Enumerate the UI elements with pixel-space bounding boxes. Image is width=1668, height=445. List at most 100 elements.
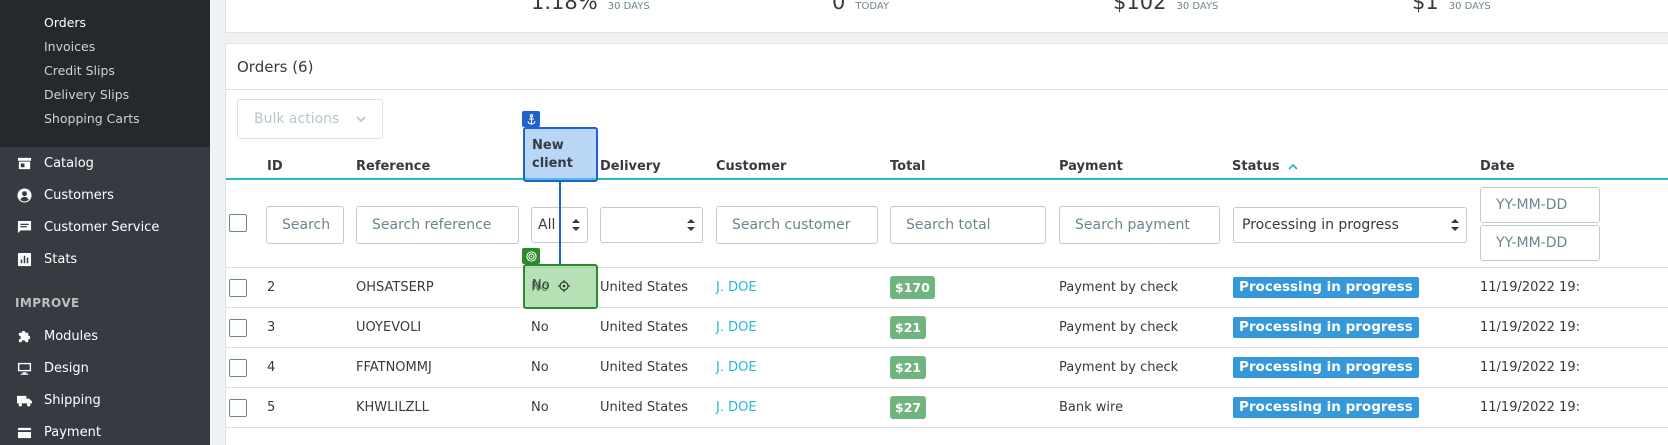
sidebar-subitem-orders[interactable]: Orders <box>0 14 210 38</box>
filter-id-input[interactable]: Search <box>266 206 344 244</box>
column-header-id[interactable]: ID <box>267 159 283 174</box>
sidebar-item-label: Shipping <box>44 392 101 408</box>
filter-customer-input[interactable]: Search customer <box>716 206 878 244</box>
total-badge: $21 <box>890 316 927 339</box>
crosshair-icon <box>557 280 570 292</box>
sidebar-item-payment[interactable]: Payment <box>0 416 210 445</box>
target-icon <box>522 248 540 264</box>
table-row[interactable]: 4 FFATNOMMJ No United States J. DOE $21 … <box>226 348 1668 388</box>
kpi-label: TODAY <box>855 1 890 12</box>
column-header-date[interactable]: Date <box>1480 159 1515 174</box>
sidebar-subitem-delivery-slips[interactable]: Delivery Slips <box>0 86 210 110</box>
column-header-reference[interactable]: Reference <box>356 159 430 174</box>
table-row[interactable]: 3 UOYEVOLI No United States J. DOE $21 P… <box>226 308 1668 348</box>
cell-delivery: United States <box>600 280 689 295</box>
total-badge: $170 <box>890 276 935 299</box>
row-checkbox[interactable] <box>229 399 247 417</box>
cell-customer-link[interactable]: J. DOE <box>716 320 757 335</box>
sidebar-item-stats[interactable]: Stats <box>0 243 210 275</box>
filter-row: Search Search reference All Search custo… <box>226 180 1668 268</box>
cell-date: 11/19/2022 19: <box>1480 280 1580 295</box>
kpi-net-profit: $1 30 DAYS <box>1412 0 1491 14</box>
cell-id: 2 <box>267 280 276 295</box>
sidebar-item-shipping[interactable]: Shipping <box>0 384 210 416</box>
sidebar-item-customers[interactable]: Customers <box>0 179 210 211</box>
card-icon <box>16 424 32 440</box>
cell-customer-link[interactable]: J. DOE <box>716 400 757 415</box>
status-badge[interactable]: Processing in progress <box>1233 317 1419 338</box>
column-header-total[interactable]: Total <box>890 159 926 174</box>
orders-card: Orders (6) Bulk actions ID Reference Del… <box>225 43 1668 445</box>
status-badge[interactable]: Processing in progress <box>1233 397 1419 418</box>
sidebar-item-design[interactable]: Design <box>0 352 210 384</box>
table-row[interactable]: 2 OHSATSERP No United States J. DOE $170… <box>226 268 1668 308</box>
cell-date: 11/19/2022 19: <box>1480 400 1580 415</box>
filter-delivery-select[interactable] <box>600 207 703 243</box>
column-header-customer[interactable]: Customer <box>716 159 786 174</box>
orders-submenu: Orders Invoices Credit Slips Delivery Sl… <box>0 0 210 147</box>
filter-date-from-input[interactable]: YY-MM-DD <box>1480 187 1600 223</box>
kpi-conversion: 1.18% 30 DAYS <box>531 0 650 14</box>
bulk-actions-button[interactable]: Bulk actions <box>237 99 383 139</box>
kpi-abandoned-carts: 0 TODAY <box>832 0 889 14</box>
sidebar-item-label: Customer Service <box>44 219 160 235</box>
kpi-card: 1.18% 30 DAYS 0 TODAY $102 30 DAYS $1 30… <box>225 0 1668 33</box>
filter-payment-input[interactable]: Search payment <box>1059 206 1220 244</box>
truck-icon <box>16 392 32 408</box>
kpi-label: 30 DAYS <box>1176 1 1219 12</box>
sidebar-item-modules[interactable]: Modules <box>0 320 210 352</box>
column-header-status-label: Status <box>1232 159 1280 174</box>
column-header-payment[interactable]: Payment <box>1059 159 1123 174</box>
sidebar-item-label: Modules <box>44 328 99 344</box>
cell-reference: OHSATSERP <box>356 280 434 295</box>
cell-new-client: No <box>531 360 549 375</box>
cell-delivery: United States <box>600 320 689 335</box>
chevron-down-icon <box>356 116 366 123</box>
desktop-icon <box>16 360 32 376</box>
select-arrows-icon <box>1451 219 1459 231</box>
filter-total-input[interactable]: Search total <box>890 206 1046 244</box>
total-badge: $21 <box>890 356 927 379</box>
column-header-new-client[interactable]: New client <box>523 127 598 182</box>
sidebar: Orders Invoices Credit Slips Delivery Sl… <box>0 0 210 445</box>
sidebar-item-customer-service[interactable]: Customer Service <box>0 211 210 243</box>
row-checkbox[interactable] <box>229 319 247 337</box>
cell-customer-link[interactable]: J. DOE <box>716 280 757 295</box>
cell-customer-link[interactable]: J. DOE <box>716 360 757 375</box>
anchor-icon <box>522 111 540 127</box>
sort-ascending-icon[interactable] <box>1287 162 1298 172</box>
cell-date: 11/19/2022 19: <box>1480 360 1580 375</box>
cell-delivery: United States <box>600 400 689 415</box>
cell-reference: KHWLILZLL <box>356 400 429 415</box>
column-header-delivery[interactable]: Delivery <box>600 159 661 174</box>
cell-payment: Bank wire <box>1059 400 1124 415</box>
cell-new-client: No <box>532 278 550 293</box>
filter-new-client-value: All <box>538 217 556 233</box>
filter-status-select[interactable]: Processing in progress <box>1233 207 1467 243</box>
new-client-header-line2: client <box>532 156 573 171</box>
column-header-status[interactable]: Status <box>1232 159 1298 174</box>
row-checkbox[interactable] <box>229 359 247 377</box>
cell-id: 4 <box>267 360 276 375</box>
select-arrows-icon <box>572 219 580 231</box>
filter-reference-input[interactable]: Search reference <box>356 206 519 244</box>
cell-delivery: United States <box>600 360 689 375</box>
bar-chart-icon <box>16 251 32 267</box>
puzzle-icon <box>16 328 32 344</box>
kpi-label: 30 DAYS <box>1448 1 1491 12</box>
sidebar-item-catalog[interactable]: Catalog <box>0 147 210 179</box>
cell-payment: Payment by check <box>1059 280 1179 295</box>
status-badge[interactable]: Processing in progress <box>1233 277 1419 298</box>
cell-new-client: No <box>531 400 549 415</box>
sidebar-subitem-credit-slips[interactable]: Credit Slips <box>0 62 210 86</box>
kpi-value: 1.18% <box>531 0 598 14</box>
status-badge[interactable]: Processing in progress <box>1233 357 1419 378</box>
select-arrows-icon <box>687 219 695 231</box>
table-row[interactable]: 5 KHWLILZLL No United States J. DOE $27 … <box>226 388 1668 428</box>
new-client-cell-highlight[interactable]: No <box>523 264 598 309</box>
row-checkbox[interactable] <box>229 279 247 297</box>
filter-date-to-input[interactable]: YY-MM-DD <box>1480 225 1600 261</box>
sidebar-subitem-shopping-carts[interactable]: Shopping Carts <box>0 110 210 134</box>
select-all-checkbox[interactable] <box>229 214 247 232</box>
sidebar-subitem-invoices[interactable]: Invoices <box>0 38 210 62</box>
